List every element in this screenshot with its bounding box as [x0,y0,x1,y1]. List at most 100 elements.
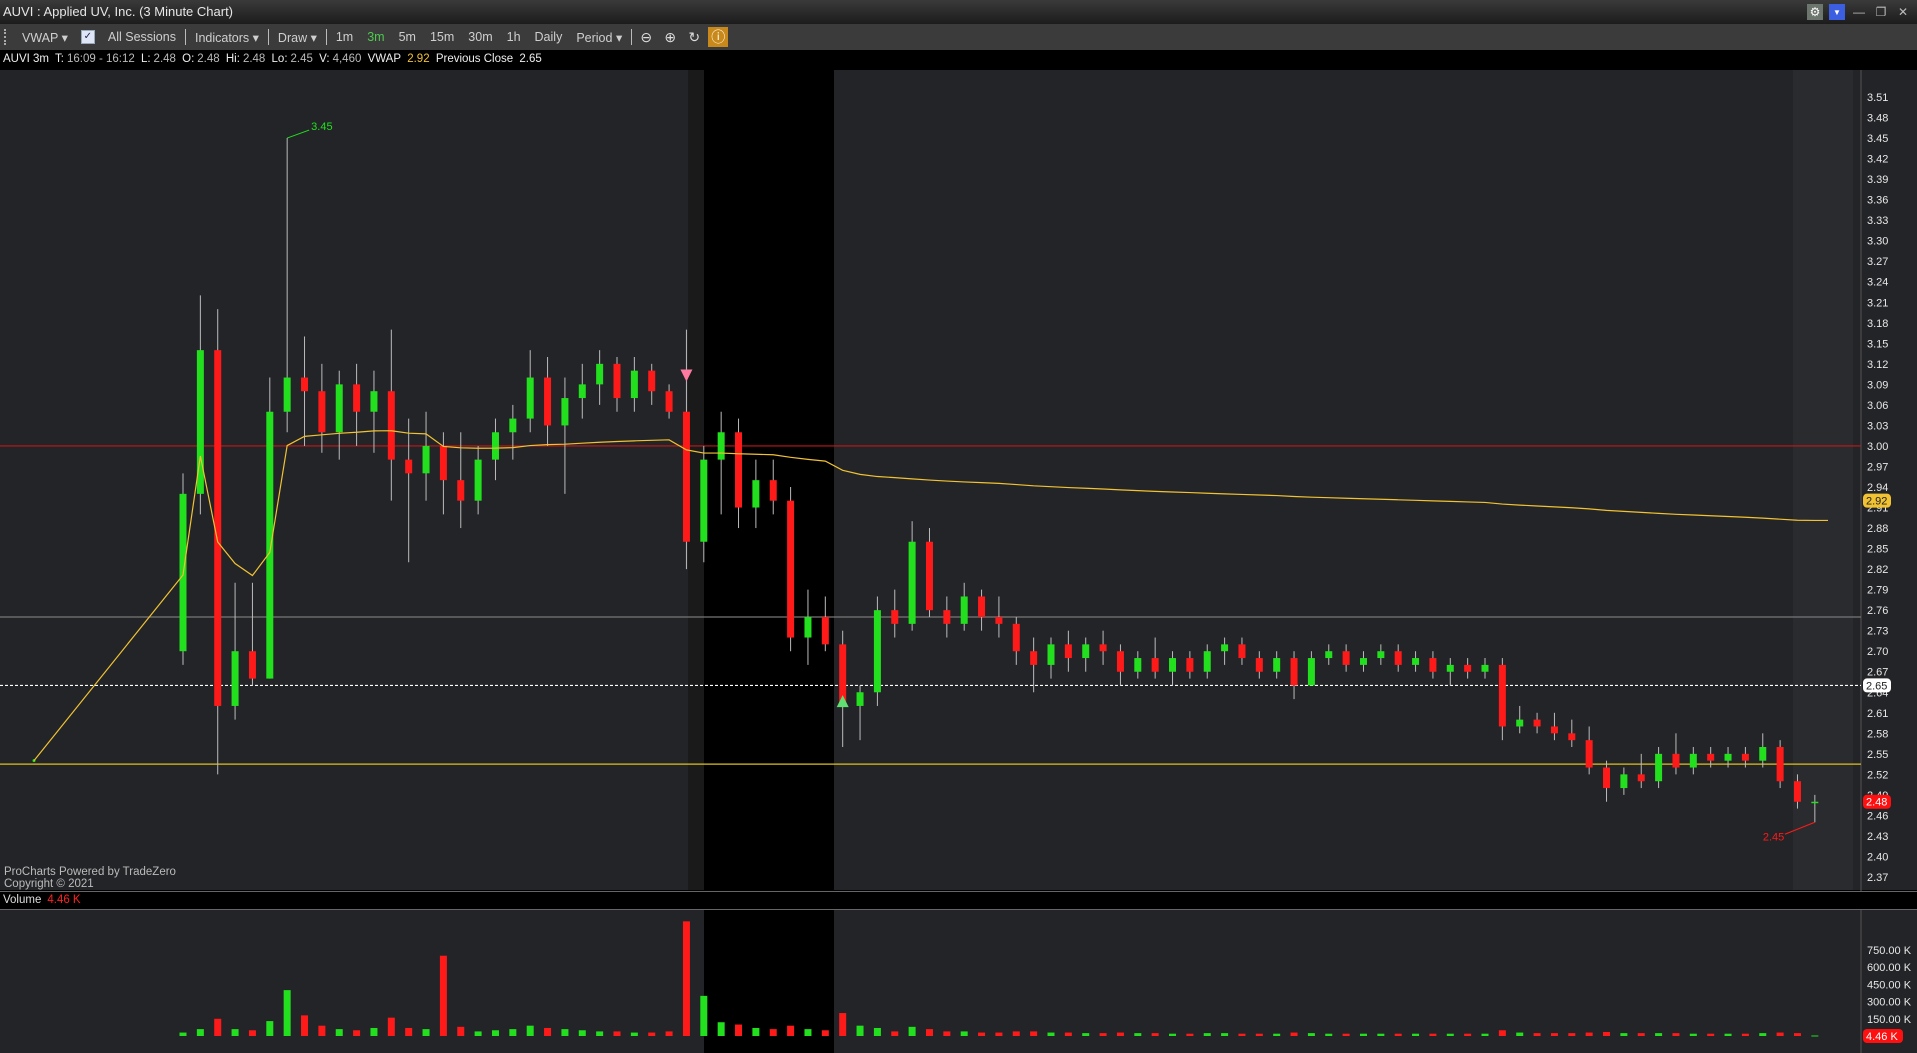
candle-body [735,432,743,508]
candle-body [370,391,378,412]
volume-bar [1134,1033,1142,1036]
volume-bar [873,1027,881,1036]
price-tick-label: 2.70 [1867,646,1888,658]
volume-bar [1186,1033,1194,1036]
volume-bar [1394,1033,1402,1036]
volume-bar [474,1031,482,1036]
candle-body [1811,801,1819,804]
candle-body [1550,726,1558,734]
volume-bar [1741,1033,1749,1036]
candle-body [526,377,534,419]
candle-body [1377,651,1385,659]
volume-bar [439,955,447,1036]
volume-bar [995,1032,1003,1036]
volume-bar [1533,1033,1541,1036]
price-tick-label: 3.15 [1867,338,1888,350]
candle-body [752,480,760,508]
volume-bar [1238,1033,1246,1036]
volume-bar [1377,1033,1385,1036]
volume-bar [1672,1033,1680,1036]
price-tick-label: 3.45 [1867,133,1888,145]
volume-bar [1481,1033,1489,1036]
price-tick-label: 3.48 [1867,113,1888,125]
candle-body [1637,774,1645,782]
volume-bar [648,1032,656,1036]
candle-body [1516,719,1524,727]
price-tick-label: 2.55 [1867,749,1888,761]
candle-body [1412,658,1420,665]
candle-body [1012,623,1020,652]
candle-body [908,541,916,624]
price-axis [1861,70,1917,890]
candle-body [1394,651,1402,665]
candle-body [544,377,552,426]
volume-bar [405,1027,413,1036]
volume-bar [196,1029,204,1036]
candle-body [804,617,812,638]
axis-price-badge-text: 2.48 [1866,797,1887,809]
volume-bar [544,1027,552,1036]
candle-body [891,610,899,624]
price-tick-label: 2.79 [1867,585,1888,597]
volume-bar [752,1027,760,1036]
volume-bar [248,1030,256,1036]
price-tick-label: 3.51 [1867,92,1888,104]
price-tick-label: 2.61 [1867,708,1888,720]
candle-body [1255,658,1263,672]
volume-pane-header: Volume 4.46 K [0,891,1917,910]
volume-bar [1359,1033,1367,1036]
volume-bar [1585,1032,1593,1036]
watermark-line2: Copyright © 2021 [4,878,94,890]
volume-bar [1030,1031,1038,1036]
candle-body [787,500,795,638]
volume-bar [301,1015,309,1036]
price-tick-label: 3.21 [1867,297,1888,309]
high-price-label: 3.45 [311,121,332,133]
volume-bar [1637,1033,1645,1036]
volume-bar [630,1032,638,1036]
candle-body [474,459,482,501]
candle-body [1151,658,1159,672]
candle-body [1741,753,1749,761]
candle-body [700,459,708,542]
volume-bar [1689,1033,1697,1036]
volume-bar [1655,1033,1663,1036]
candle-body [422,445,430,474]
volume-bar [1064,1032,1072,1036]
candle-body [1221,644,1229,652]
price-tick-label: 2.82 [1867,564,1888,576]
volume-bar [821,1030,829,1036]
volume-bar [804,1029,812,1036]
volume-bar [717,1022,725,1036]
volume-bar [839,1013,847,1036]
price-tick-label: 2.97 [1867,461,1888,473]
candle-body [231,651,239,706]
price-tick-label: 2.52 [1867,769,1888,781]
candle-body [1238,644,1246,659]
price-tick-label: 2.94 [1867,482,1888,494]
candle-body [1134,658,1142,672]
candle-body [1689,753,1697,768]
candle-body [1429,658,1437,672]
volume-bar [561,1029,569,1036]
volume-bar [1429,1033,1437,1036]
volume-bar [1307,1033,1315,1036]
volume-bar [665,1031,673,1036]
candle-body [1116,651,1124,672]
price-tick-label: 3.27 [1867,256,1888,268]
volume-bar [1498,1030,1506,1036]
volume-bar [1446,1033,1454,1036]
price-tick-label: 3.12 [1867,359,1888,371]
volume-bar [179,1032,187,1036]
price-tick-label: 3.39 [1867,174,1888,186]
volume-value: 4.46 K [47,894,81,906]
volume-bar [596,1031,604,1036]
candle-body [717,432,725,460]
volume-bar [1099,1033,1107,1036]
volume-bar [1464,1033,1472,1036]
price-tick-label: 2.37 [1867,872,1888,884]
volume-bar [1811,1035,1819,1037]
price-tick-label: 3.18 [1867,318,1888,330]
price-tick-label: 2.58 [1867,728,1888,740]
candle-body [769,480,777,501]
